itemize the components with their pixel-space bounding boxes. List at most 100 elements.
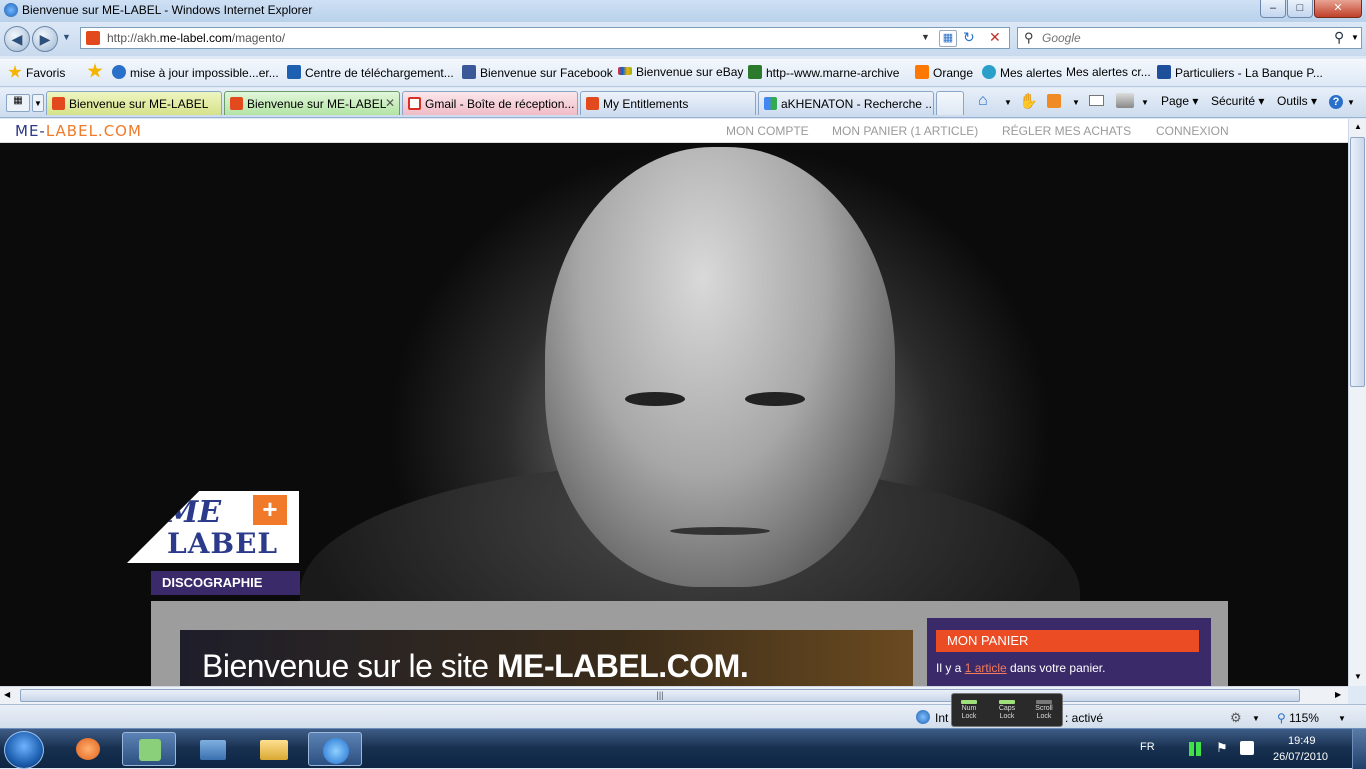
add-favorite-icon[interactable] [87,63,103,78]
num-lock-indicator: Num Lock [954,700,984,721]
zoom-icon: ⚲ [1277,711,1286,725]
site-favicon-icon [86,31,100,45]
cart-sidebar: MON PANIER Il y a 1 article dans votre p… [927,618,1211,686]
scroll-left-icon[interactable]: ◀ [4,690,10,699]
taskbar: FR ⚑ 19:49 26/07/2010 [0,728,1366,769]
internet-zone-icon [916,710,930,724]
favorite-link[interactable]: Mes alertes [982,65,1062,80]
vertical-scrollbar[interactable]: ▲ ▼ [1348,119,1366,686]
power-icon[interactable] [1240,741,1254,755]
help-dropdown-icon[interactable]: ▼ [1347,98,1355,107]
refresh-icon[interactable]: ↻ [963,29,975,46]
address-dropdown-icon[interactable]: ▼ [921,32,930,42]
mail-icon[interactable] [1089,95,1104,106]
favorite-link[interactable]: Bienvenue sur Facebook [462,65,613,80]
tab-me-label[interactable]: Bienvenue sur ME-LABEL [46,91,222,115]
left-eye [625,392,685,406]
library-taskbar-icon[interactable] [186,732,240,766]
app-taskbar-icon[interactable] [122,732,176,766]
help-icon[interactable]: ? [1329,95,1343,109]
show-desktop-button[interactable] [1352,729,1366,769]
clock-date[interactable]: 26/07/2010 [1273,751,1328,763]
hand-icon[interactable]: ✋ [1019,92,1038,110]
vertical-scroll-thumb[interactable] [1350,137,1365,387]
zoom-level[interactable]: ⚲ 115% [1277,711,1319,725]
forward-button[interactable]: ▶ [32,26,58,52]
protected-mode-dropdown-icon[interactable]: ▼ [1252,714,1260,723]
checkout-link[interactable]: RÉGLER MES ACHATS [1002,124,1131,138]
favorites-button[interactable]: Favoris [8,65,65,80]
history-dropdown-icon[interactable]: ▼ [62,32,71,42]
protected-mode-icon[interactable]: ⚙ [1230,710,1242,726]
orange-icon [915,65,929,79]
login-link[interactable]: CONNEXION [1156,124,1229,138]
security-menu[interactable]: Sécurité ▾ [1211,94,1264,108]
search-options-icon[interactable]: ▼ [1351,33,1359,42]
tools-menu[interactable]: Outils ▾ [1277,94,1317,108]
ebay-icon [618,67,632,75]
tab-me-label-active[interactable]: Bienvenue sur ME-LABEL ✕ [224,91,400,115]
maximize-button[interactable]: □ [1287,0,1313,18]
print-icon[interactable] [1116,93,1134,108]
feeds-icon[interactable] [1047,94,1061,108]
horizontal-scrollbar[interactable]: ◀ ||| ▶ [0,686,1348,704]
compatibility-view-icon[interactable]: ▦ [939,30,957,47]
print-dropdown-icon[interactable]: ▼ [1141,98,1149,107]
search-input[interactable] [1040,29,1320,47]
address-row: ◀ ▶ ▼ http://akh.me-label.com/magento/ ▼… [0,22,1366,56]
favorite-link[interactable]: Bienvenue sur eBay [618,65,743,79]
address-field[interactable]: http://akh.me-label.com/magento/ ▼ ▦ ↻ ✕ [80,27,1010,49]
site-logo[interactable]: ME-LABEL.COM [15,122,142,140]
cart-items-link[interactable]: 1 article [965,661,1007,675]
discography-tab[interactable]: DISCOGRAPHIE [151,571,300,595]
stop-icon[interactable]: ✕ [989,29,1001,46]
start-button[interactable] [4,731,44,769]
close-window-button[interactable]: ✕ [1314,0,1362,18]
tab-list-icon[interactable]: ▼ [32,94,44,112]
page-menu[interactable]: Page ▾ [1161,94,1198,108]
media-player-taskbar-icon[interactable] [62,732,116,766]
action-center-flag-icon[interactable]: ⚑ [1216,740,1228,756]
my-account-link[interactable]: MON COMPTE [726,124,809,138]
minimize-button[interactable]: – [1260,0,1286,18]
new-tab-button[interactable] [936,91,964,115]
scroll-down-icon[interactable]: ▼ [1354,672,1362,681]
right-eye [745,392,805,406]
scroll-right-icon[interactable]: ▶ [1335,690,1341,699]
favorite-link[interactable]: http--www.marne-archive [748,65,899,80]
zone-text-right: : activé [1065,711,1104,725]
internet-explorer-taskbar-icon[interactable] [308,732,362,766]
search-icon[interactable]: ⚲ [1334,29,1344,46]
feeds-dropdown-icon[interactable]: ▼ [1072,98,1080,107]
caps-lock-indicator: Caps Lock [992,700,1022,721]
zoom-dropdown-icon[interactable]: ▼ [1338,714,1346,723]
m-logo-icon [287,65,301,79]
site-icon [748,65,762,79]
back-button[interactable]: ◀ [4,26,30,52]
network-activity-icon[interactable] [1189,742,1201,756]
scroll-up-icon[interactable]: ▲ [1354,122,1362,131]
tab-my-entitlements[interactable]: My Entitlements [580,91,756,115]
close-tab-icon[interactable]: ✕ [385,96,395,110]
favorite-link[interactable]: mise à jour impossible...er... [112,65,279,80]
search-field[interactable]: ⚲ ⚲ ▼ [1017,27,1362,49]
logo-plus: + [253,495,287,525]
tab-akhenaton[interactable]: aKHENATON - Recherche ... [758,91,934,115]
language-indicator[interactable]: FR [1140,741,1155,753]
quick-tabs-icon[interactable]: ▦ [6,94,30,112]
home-icon[interactable]: ⌂ [978,92,988,110]
favorite-link[interactable]: Orange [915,65,973,80]
clock-time[interactable]: 19:49 [1288,735,1316,747]
my-cart-link[interactable]: MON PANIER (1 ARTICLE) [832,124,978,138]
home-dropdown-icon[interactable]: ▼ [1004,98,1012,107]
tab-bar: ▦ ▼ Bienvenue sur ME-LABEL Bienvenue sur… [0,88,1366,118]
horizontal-scroll-thumb[interactable]: ||| [20,689,1300,702]
favorite-link[interactable]: Mes alertes cr... [1066,65,1151,79]
page-viewport: ME-LABEL.COM MON COMPTE MON PANIER (1 AR… [0,119,1348,686]
favorite-link[interactable]: Particuliers - La Banque P... [1157,65,1323,80]
favorite-link[interactable]: Centre de téléchargement... [287,65,454,80]
folder-taskbar-icon[interactable] [246,732,300,766]
scroll-lock-indicator: Scroll Lock [1029,700,1059,721]
magento-icon [52,97,65,110]
tab-gmail[interactable]: Gmail - Boîte de réception... [402,91,578,115]
